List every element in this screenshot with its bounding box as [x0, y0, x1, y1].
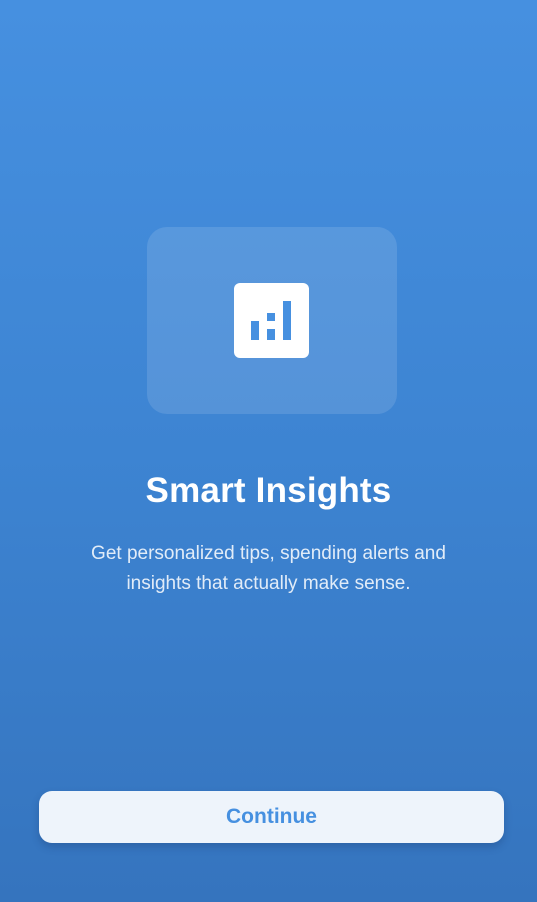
continue-button[interactable]: Continue [39, 791, 504, 843]
description-text: Get personalized tips, spending alerts a… [91, 543, 446, 594]
onboarding-screen: Smart Insights Get personalized tips, sp… [0, 0, 537, 902]
bar-chart-icon-graphic [251, 301, 291, 340]
bar-chart-icon [234, 283, 309, 358]
icon-card [147, 227, 397, 414]
page-title: Smart Insights [145, 471, 392, 510]
